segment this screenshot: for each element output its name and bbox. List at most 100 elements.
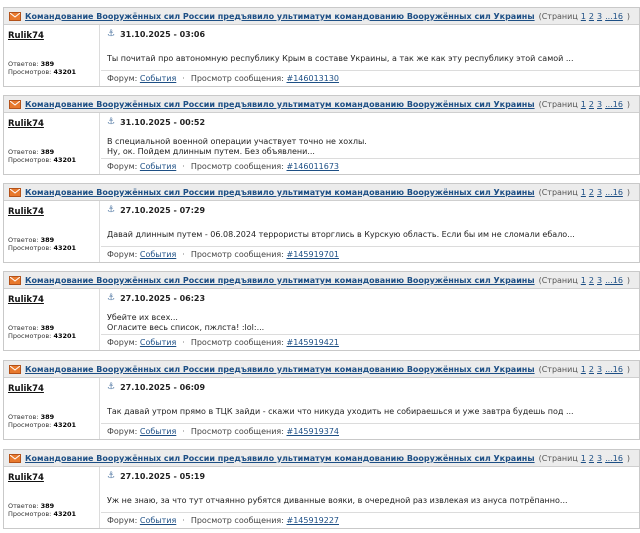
author-link[interactable]: Rulik74 bbox=[8, 295, 44, 305]
post-date-text: 31.10.2025 - 00:52 bbox=[120, 117, 206, 127]
post-header: Командование Вооружённых сил России пред… bbox=[4, 361, 639, 378]
message-id-link[interactable]: #146013130 bbox=[287, 74, 340, 83]
topic-link[interactable]: Командование Вооружённых сил России пред… bbox=[25, 365, 535, 374]
anchor-icon[interactable]: ⚓ bbox=[107, 29, 115, 39]
answers-label: Ответов: bbox=[8, 148, 39, 156]
answers-label: Ответов: bbox=[8, 413, 39, 421]
page-link-3[interactable]: 3 bbox=[597, 12, 602, 21]
page-link-3[interactable]: 3 bbox=[597, 365, 602, 374]
page-link-2[interactable]: 2 bbox=[589, 188, 594, 197]
author-link[interactable]: Rulik74 bbox=[8, 207, 44, 217]
message-excerpt: Давай длинным путем - 06.08.2024 террори… bbox=[107, 230, 633, 240]
page-link-1[interactable]: 1 bbox=[581, 276, 586, 285]
content-column: ⚓ 27.10.2025 - 06:23 Убейте их всех... Ог… bbox=[101, 289, 639, 350]
forum-link[interactable]: События bbox=[140, 74, 176, 83]
page-link-2[interactable]: 2 bbox=[589, 454, 594, 463]
meta-separator: · bbox=[182, 427, 185, 436]
anchor-icon[interactable]: ⚓ bbox=[107, 382, 115, 392]
forum-label: Форум: bbox=[107, 162, 138, 171]
view-message-label: Просмотр сообщения: bbox=[190, 162, 284, 171]
pages-label: (Страниц bbox=[538, 275, 578, 285]
page-link-last[interactable]: ...16 bbox=[605, 276, 623, 285]
message-excerpt: Ты почитай про автономную республику Кры… bbox=[107, 54, 633, 64]
post-date-text: 27.10.2025 - 05:19 bbox=[120, 471, 206, 481]
anchor-icon[interactable]: ⚓ bbox=[107, 471, 115, 481]
post-meta: Форум: События · Просмотр сообщения: #14… bbox=[101, 246, 639, 262]
anchor-icon[interactable]: ⚓ bbox=[107, 205, 115, 215]
page-link-1[interactable]: 1 bbox=[581, 100, 586, 109]
answers-label: Ответов: bbox=[8, 60, 39, 68]
mail-icon bbox=[9, 11, 21, 21]
content-column: ⚓ 27.10.2025 - 05:19 Уж не знаю, за что … bbox=[101, 467, 639, 528]
meta-separator: · bbox=[182, 74, 185, 83]
page-link-2[interactable]: 2 bbox=[589, 12, 594, 21]
message-id-link[interactable]: #145919701 bbox=[287, 250, 340, 259]
views-label: Просмотров: bbox=[8, 510, 52, 518]
page-link-1[interactable]: 1 bbox=[581, 454, 586, 463]
message-line: Ну, ок. Пойдем длинным путем. Без объявл… bbox=[107, 147, 315, 156]
content-column: ⚓ 27.10.2025 - 06:09 Так давай утром пря… bbox=[101, 378, 639, 439]
message-line: Так давай утром прямо в ТЦК зайди - скаж… bbox=[107, 407, 574, 416]
page-link-3[interactable]: 3 bbox=[597, 100, 602, 109]
views-label: Просмотров: bbox=[8, 332, 52, 340]
views-label: Просмотров: bbox=[8, 244, 52, 252]
author-link[interactable]: Rulik74 bbox=[8, 119, 44, 129]
topic-link[interactable]: Командование Вооружённых сил России пред… bbox=[25, 276, 535, 285]
topic-link[interactable]: Командование Вооружённых сил России пред… bbox=[25, 454, 535, 463]
view-message-label: Просмотр сообщения: bbox=[190, 427, 284, 436]
content-column: ⚓ 27.10.2025 - 07:29 Давай длинным путем… bbox=[101, 201, 639, 262]
page-link-1[interactable]: 1 bbox=[581, 188, 586, 197]
forum-label: Форум: bbox=[107, 427, 138, 436]
author-stats: Ответов: 389 Просмотров: 43201 bbox=[8, 236, 76, 252]
forum-label: Форум: bbox=[107, 516, 138, 525]
message-id-link[interactable]: #145919374 bbox=[287, 427, 340, 436]
message-id-link[interactable]: #145919421 bbox=[287, 338, 340, 347]
forum-link[interactable]: События bbox=[140, 162, 176, 171]
pages-close: ) bbox=[626, 99, 631, 109]
author-column: Rulik74 Ответов: 389 Просмотров: 43201 bbox=[4, 378, 100, 439]
pages-label: (Страниц bbox=[538, 11, 578, 21]
forum-label: Форум: bbox=[107, 338, 138, 347]
forum-link[interactable]: События bbox=[140, 516, 176, 525]
author-link[interactable]: Rulik74 bbox=[8, 31, 44, 41]
page-link-1[interactable]: 1 bbox=[581, 12, 586, 21]
pages-close: ) bbox=[626, 275, 631, 285]
post-header: Командование Вооружённых сил России пред… bbox=[4, 8, 639, 25]
page-link-2[interactable]: 2 bbox=[589, 100, 594, 109]
forum-label: Форум: bbox=[107, 74, 138, 83]
forum-link[interactable]: События bbox=[140, 250, 176, 259]
message-line: Убейте их всех... bbox=[107, 313, 178, 322]
page-link-last[interactable]: ...16 bbox=[605, 454, 623, 463]
topic-link[interactable]: Командование Вооружённых сил России пред… bbox=[25, 12, 535, 21]
answers-count: 389 bbox=[40, 60, 55, 68]
topic-link[interactable]: Командование Вооружённых сил России пред… bbox=[25, 100, 535, 109]
page-link-2[interactable]: 2 bbox=[589, 365, 594, 374]
page-link-last[interactable]: ...16 bbox=[605, 365, 623, 374]
author-link[interactable]: Rulik74 bbox=[8, 384, 44, 394]
page-link-1[interactable]: 1 bbox=[581, 365, 586, 374]
forum-link[interactable]: События bbox=[140, 338, 176, 347]
page-link-last[interactable]: ...16 bbox=[605, 188, 623, 197]
post-meta: Форум: События · Просмотр сообщения: #14… bbox=[101, 512, 639, 528]
message-id-link[interactable]: #146011673 bbox=[287, 162, 340, 171]
page-link-3[interactable]: 3 bbox=[597, 188, 602, 197]
page-link-2[interactable]: 2 bbox=[589, 276, 594, 285]
search-result-post: Командование Вооружённых сил России пред… bbox=[3, 183, 640, 263]
message-id-link[interactable]: #145919227 bbox=[287, 516, 340, 525]
anchor-icon[interactable]: ⚓ bbox=[107, 117, 115, 127]
page-link-last[interactable]: ...16 bbox=[605, 100, 623, 109]
page-link-last[interactable]: ...16 bbox=[605, 12, 623, 21]
page-link-3[interactable]: 3 bbox=[597, 276, 602, 285]
anchor-icon[interactable]: ⚓ bbox=[107, 293, 115, 303]
message-excerpt: Так давай утром прямо в ТЦК зайди - скаж… bbox=[107, 407, 633, 417]
view-message-label: Просмотр сообщения: bbox=[190, 338, 284, 347]
meta-separator: · bbox=[182, 250, 185, 259]
views-label: Просмотров: bbox=[8, 68, 52, 76]
message-line: Давай длинным путем - 06.08.2024 террори… bbox=[107, 230, 575, 239]
message-line: Ты почитай про автономную республику Кры… bbox=[107, 54, 574, 63]
forum-link[interactable]: События bbox=[140, 427, 176, 436]
author-link[interactable]: Rulik74 bbox=[8, 473, 44, 483]
page-link-3[interactable]: 3 bbox=[597, 454, 602, 463]
author-stats: Ответов: 389 Просмотров: 43201 bbox=[8, 324, 76, 340]
topic-link[interactable]: Командование Вооружённых сил России пред… bbox=[25, 188, 535, 197]
